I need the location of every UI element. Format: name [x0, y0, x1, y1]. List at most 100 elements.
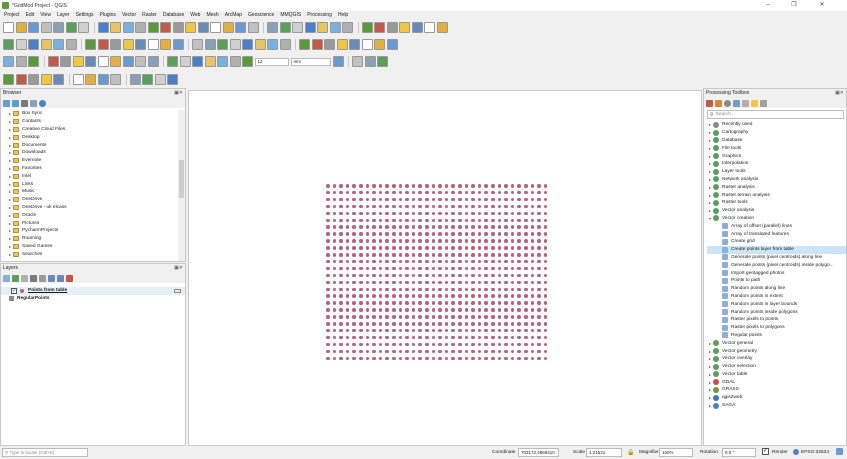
panel-float-close-icon[interactable]: ▣✕: [174, 264, 183, 273]
print-layout-icon[interactable]: [361, 39, 373, 50]
processing-algorithm[interactable]: Import geotagged photos: [707, 269, 846, 277]
field-calculator-icon[interactable]: [192, 56, 203, 67]
layout-manager-icon[interactable]: [374, 39, 385, 50]
processing-group[interactable]: ▸ Layer tools: [707, 168, 846, 176]
show-bookmarks-icon[interactable]: [110, 56, 121, 67]
deselect-icon[interactable]: [279, 22, 291, 33]
save-project-icon[interactable]: [332, 56, 344, 67]
options-wrench-icon[interactable]: [760, 99, 767, 107]
processing-algorithm[interactable]: Regular points: [707, 332, 846, 340]
messages-icon[interactable]: [836, 448, 843, 455]
text-annotation-icon[interactable]: [242, 56, 253, 67]
print-layout-icon[interactable]: [53, 22, 64, 33]
save-as-icon[interactable]: [40, 22, 52, 33]
processing-group[interactable]: ▸ Vector geometry: [707, 347, 846, 355]
magnifier-spinbox[interactable]: 100%: [659, 448, 693, 457]
menu-help[interactable]: Help: [338, 12, 348, 18]
add-layer-icon[interactable]: [3, 99, 10, 107]
identify-icon[interactable]: [247, 22, 259, 33]
menu-plugins[interactable]: Plugins: [100, 12, 116, 18]
panel-float-close-icon[interactable]: ▣✕: [835, 89, 844, 98]
refresh-icon[interactable]: [97, 73, 109, 85]
processing-group[interactable]: ▸ SAGA: [707, 402, 846, 410]
processing-group[interactable]: ▸ Database: [707, 137, 846, 145]
browser-item[interactable]: ▸ Contacts: [7, 118, 179, 126]
browser-scroll-thumb[interactable]: [179, 160, 184, 198]
scale-combo[interactable]: 1:21531: [586, 448, 622, 457]
measure-icon[interactable]: [217, 56, 228, 67]
filter-icon[interactable]: [21, 99, 28, 107]
processing-group[interactable]: ▸ Vector table: [707, 371, 846, 379]
zoom-out-icon[interactable]: [15, 56, 27, 67]
processing-group[interactable]: ▸ Recently used: [707, 121, 846, 129]
new-project-icon[interactable]: [374, 22, 385, 33]
processing-algorithm[interactable]: Points to path: [707, 277, 846, 285]
save-as-icon[interactable]: [352, 56, 363, 67]
show-bookmarks-icon[interactable]: [85, 73, 96, 85]
layout-manager-icon[interactable]: [3, 39, 14, 50]
pan-to-selection-icon[interactable]: [110, 22, 121, 33]
lock-icon[interactable]: 🔒: [627, 449, 634, 456]
processing-algorithm[interactable]: Raster pixels to polygons: [707, 324, 846, 332]
identify-icon[interactable]: [110, 73, 121, 85]
browser-item[interactable]: ▸ Desktop: [7, 133, 179, 141]
collapse-all-icon[interactable]: [30, 99, 37, 107]
style-manager-icon[interactable]: [386, 39, 398, 50]
deselect-icon[interactable]: [142, 73, 153, 85]
processing-group[interactable]: ▸ GRASS: [707, 386, 846, 394]
zoom-layer-icon[interactable]: [15, 73, 27, 85]
menu-web[interactable]: Web: [190, 12, 200, 18]
browser-scrollbar[interactable]: [178, 110, 185, 261]
zoom-next-icon[interactable]: [135, 39, 146, 50]
browser-item[interactable]: ▸ Intel: [7, 172, 179, 180]
processing-algorithm[interactable]: Create grid: [707, 238, 846, 246]
processing-group[interactable]: ▸ Raster tools: [707, 199, 846, 207]
layer-item[interactable]: ✓ Points from table: [1, 287, 185, 295]
browser-item[interactable]: ▸ Roaming: [7, 235, 179, 243]
browser-item[interactable]: ▸ Box Sync: [7, 110, 179, 118]
zoom-in-icon[interactable]: [122, 22, 134, 33]
processing-group[interactable]: ▸ Network analysis: [707, 176, 846, 184]
info-icon[interactable]: [39, 99, 46, 107]
select-icon[interactable]: [147, 56, 159, 67]
save-project-icon[interactable]: [399, 22, 410, 33]
refresh-icon[interactable]: [122, 56, 134, 67]
processing-group[interactable]: ▸ Cartography: [707, 129, 846, 137]
field-calculator-icon[interactable]: [304, 22, 316, 33]
zoom-out-icon[interactable]: [135, 22, 146, 33]
new-bookmark-icon[interactable]: [97, 56, 109, 67]
processing-group[interactable]: ▸ GDAL: [707, 378, 846, 386]
style-manager-icon[interactable]: [78, 22, 89, 33]
refresh-icon[interactable]: [172, 39, 184, 50]
zoom-last-icon[interactable]: [122, 39, 134, 50]
processing-algorithm[interactable]: Random points along line: [707, 285, 846, 293]
zoom-next-icon[interactable]: [197, 22, 209, 33]
close-button[interactable]: ✕: [811, 0, 833, 11]
attribute-table-icon[interactable]: [154, 73, 166, 85]
processing-group[interactable]: ▸ Vector overlay: [707, 355, 846, 363]
maximize-button[interactable]: ❐: [783, 0, 805, 11]
menu-processing[interactable]: Processing: [307, 12, 332, 18]
new-project-icon[interactable]: [3, 22, 14, 33]
browser-item[interactable]: ▸ Downloads: [7, 149, 179, 157]
browser-item[interactable]: ▸ Oracle: [7, 211, 179, 219]
menu-geoscience[interactable]: Geoscience: [248, 12, 274, 18]
browser-item[interactable]: ▸ Creative Cloud Files: [7, 126, 179, 134]
symbol-unit-combo[interactable]: mm: [290, 57, 331, 66]
select-icon[interactable]: [267, 22, 278, 33]
processing-algorithm[interactable]: Generate points (pixel centroids) along …: [707, 254, 846, 262]
zoom-full-icon[interactable]: [147, 22, 159, 33]
add-group-icon[interactable]: [12, 274, 19, 282]
zoom-in-icon[interactable]: [53, 39, 64, 50]
statistics-icon[interactable]: [317, 22, 328, 33]
zoom-in-icon[interactable]: [3, 56, 14, 67]
browser-item[interactable]: ▸ Documents: [7, 141, 179, 149]
zoom-selection-icon[interactable]: [110, 39, 121, 50]
field-calculator-icon[interactable]: [242, 39, 253, 50]
new-project-icon[interactable]: [311, 39, 323, 50]
zoom-full-icon[interactable]: [28, 56, 39, 67]
zoom-last-icon[interactable]: [40, 73, 52, 85]
symbol-size-combo[interactable]: 12: [254, 57, 289, 66]
processing-group[interactable]: ▾ Vector creation: [707, 215, 846, 223]
field-calculator-icon[interactable]: [167, 73, 178, 85]
